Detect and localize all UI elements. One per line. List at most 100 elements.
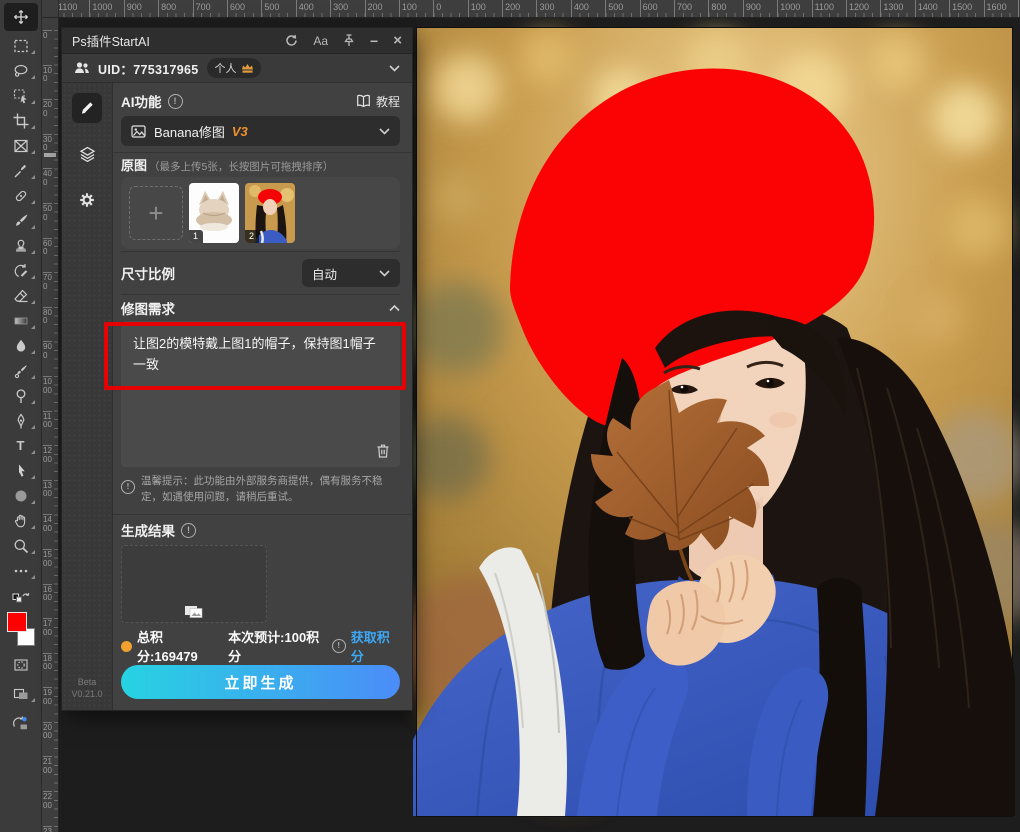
ruler-label: 2100 <box>43 756 52 791</box>
pen-tool[interactable] <box>0 408 42 433</box>
tutorial-button[interactable]: 教程 <box>356 93 400 110</box>
font-size-icon[interactable]: Aa <box>313 35 328 47</box>
gradient-tool[interactable] <box>0 308 42 333</box>
result-info-icon[interactable]: ! <box>181 523 196 538</box>
frame-tool[interactable] <box>0 133 42 158</box>
close-icon[interactable]: × <box>393 33 402 48</box>
ruler-label: 200 <box>502 0 536 17</box>
dodge-tool[interactable] <box>0 383 42 408</box>
result-title: 生成结果 <box>121 520 175 540</box>
external-editor-icon <box>12 715 29 731</box>
zoom-tool[interactable] <box>0 533 42 558</box>
aspect-ratio-row: 尺寸比例 自动 <box>121 251 400 295</box>
swap-colors-icon <box>12 588 30 604</box>
document-canvas[interactable] <box>417 28 1012 816</box>
ruler-label: 400 <box>296 0 330 17</box>
eyedropper-tool[interactable] <box>0 158 42 183</box>
object-selection-icon <box>13 88 29 104</box>
source-thumbnail-1[interactable]: 1 <box>189 183 239 243</box>
ruler-label: 300 <box>43 134 52 169</box>
ellipse-shape-tool[interactable] <box>0 483 42 508</box>
ruler-horizontal[interactable]: 1100100090080070060050040030020010001002… <box>42 0 1020 18</box>
ruler-label: 500 <box>605 0 639 17</box>
brush-tool[interactable] <box>0 208 42 233</box>
external-editor-button[interactable] <box>0 710 42 735</box>
ruler-label: 800 <box>43 307 52 342</box>
photoshop-workspace: T 11 <box>0 0 1020 832</box>
foreground-background-swatches[interactable] <box>6 612 36 646</box>
ruler-label: 200 <box>365 0 399 17</box>
prompt-section-header[interactable]: 修图需求 <box>121 295 400 321</box>
pencil-icon <box>79 100 95 116</box>
minimize-icon[interactable]: − <box>370 34 378 48</box>
trash-icon[interactable] <box>376 443 390 459</box>
eraser-tool[interactable] <box>0 283 42 308</box>
type-tool[interactable]: T <box>0 433 42 458</box>
eraser-icon <box>13 288 29 304</box>
ruler-corner <box>42 0 59 18</box>
chevron-up-icon[interactable] <box>389 305 400 312</box>
source-images-hint: （最多上传5张，长按图片可拖拽排序） <box>149 159 333 174</box>
swap-colors-control[interactable] <box>0 583 42 608</box>
ruler-label: 0 <box>433 0 467 17</box>
pin-icon[interactable] <box>343 34 355 47</box>
ruler-vertical[interactable]: 0100200300400500600700800900100011001200… <box>42 17 59 832</box>
model-version: V3 <box>232 124 248 139</box>
model-select-dropdown[interactable]: Banana修图 V3 <box>121 116 400 146</box>
object-selection-tool[interactable] <box>0 83 42 108</box>
ps-toolbar: T <box>0 0 42 832</box>
lasso-tool[interactable] <box>0 58 42 83</box>
user-account-row[interactable]: UID：775317965 个人 <box>62 54 412 83</box>
foreground-color-swatch[interactable] <box>7 612 27 632</box>
ai-info-icon[interactable]: ! <box>168 94 183 109</box>
brush-icon <box>13 213 29 229</box>
clone-stamp-tool[interactable] <box>0 233 42 258</box>
aspect-ratio-select[interactable]: 自动 <box>302 259 400 287</box>
thumbnail-index-badge: 2 <box>245 230 259 243</box>
history-brush-tool[interactable] <box>0 258 42 283</box>
ruler-label: 1200 <box>846 0 880 17</box>
nav-edit-tab[interactable] <box>72 93 102 123</box>
add-image-button[interactable]: + <box>129 186 183 240</box>
nav-settings-tab[interactable] <box>72 185 102 215</box>
canvas-area[interactable] <box>417 28 1012 816</box>
move-tool[interactable] <box>4 3 38 31</box>
points-info-icon[interactable]: ! <box>332 639 346 653</box>
hand-tool[interactable] <box>0 508 42 533</box>
plugin-title: Ps插件StartAI <box>72 31 150 50</box>
frame-icon <box>13 138 29 154</box>
ruler-label: 400 <box>571 0 605 17</box>
estimate-points: 本次预计:100积分 <box>228 627 327 665</box>
crop-tool[interactable] <box>0 108 42 133</box>
get-points-link[interactable]: 获取积分 <box>351 627 400 665</box>
rectangular-marquee-tool[interactable] <box>0 33 42 58</box>
chevron-down-icon[interactable] <box>389 65 400 72</box>
ruler-label: 700 <box>674 0 708 17</box>
path-selection-tool[interactable] <box>0 458 42 483</box>
photos-placeholder-icon <box>184 604 204 619</box>
ruler-label: 500 <box>261 0 295 17</box>
ruler-label: 1500 <box>43 549 52 584</box>
refresh-icon[interactable] <box>285 34 298 47</box>
quick-mask-button[interactable] <box>0 652 42 677</box>
blur-tool[interactable] <box>0 333 42 358</box>
nav-layers-tab[interactable] <box>72 139 102 169</box>
more-tools-button[interactable] <box>0 558 42 583</box>
spot-healing-tool[interactable] <box>0 183 42 208</box>
ruler-label: 1300 <box>43 480 52 515</box>
source-thumbnail-2[interactable]: 2 <box>245 183 295 243</box>
prompt-label: 修图需求 <box>121 298 175 318</box>
plugin-titlebar[interactable]: Ps插件StartAI Aa − × <box>62 28 412 54</box>
screen-mode-button[interactable] <box>0 681 42 706</box>
ruler-label: 200 <box>43 99 52 134</box>
ruler-label: 700 <box>193 0 227 17</box>
hand-icon <box>13 513 29 529</box>
ruler-label: 1100 <box>812 0 846 17</box>
crop-icon <box>13 113 29 129</box>
ruler-label: 1200 <box>43 445 52 480</box>
prompt-textarea[interactable]: 让图2的模特戴上图1的帽子，保持图1帽子一致 <box>121 321 400 467</box>
ruler-label: 1400 <box>43 514 52 549</box>
ruler-label: 1100 <box>55 0 89 17</box>
mixer-brush-tool[interactable] <box>0 358 42 383</box>
generate-button[interactable]: 立即生成 <box>121 665 400 699</box>
